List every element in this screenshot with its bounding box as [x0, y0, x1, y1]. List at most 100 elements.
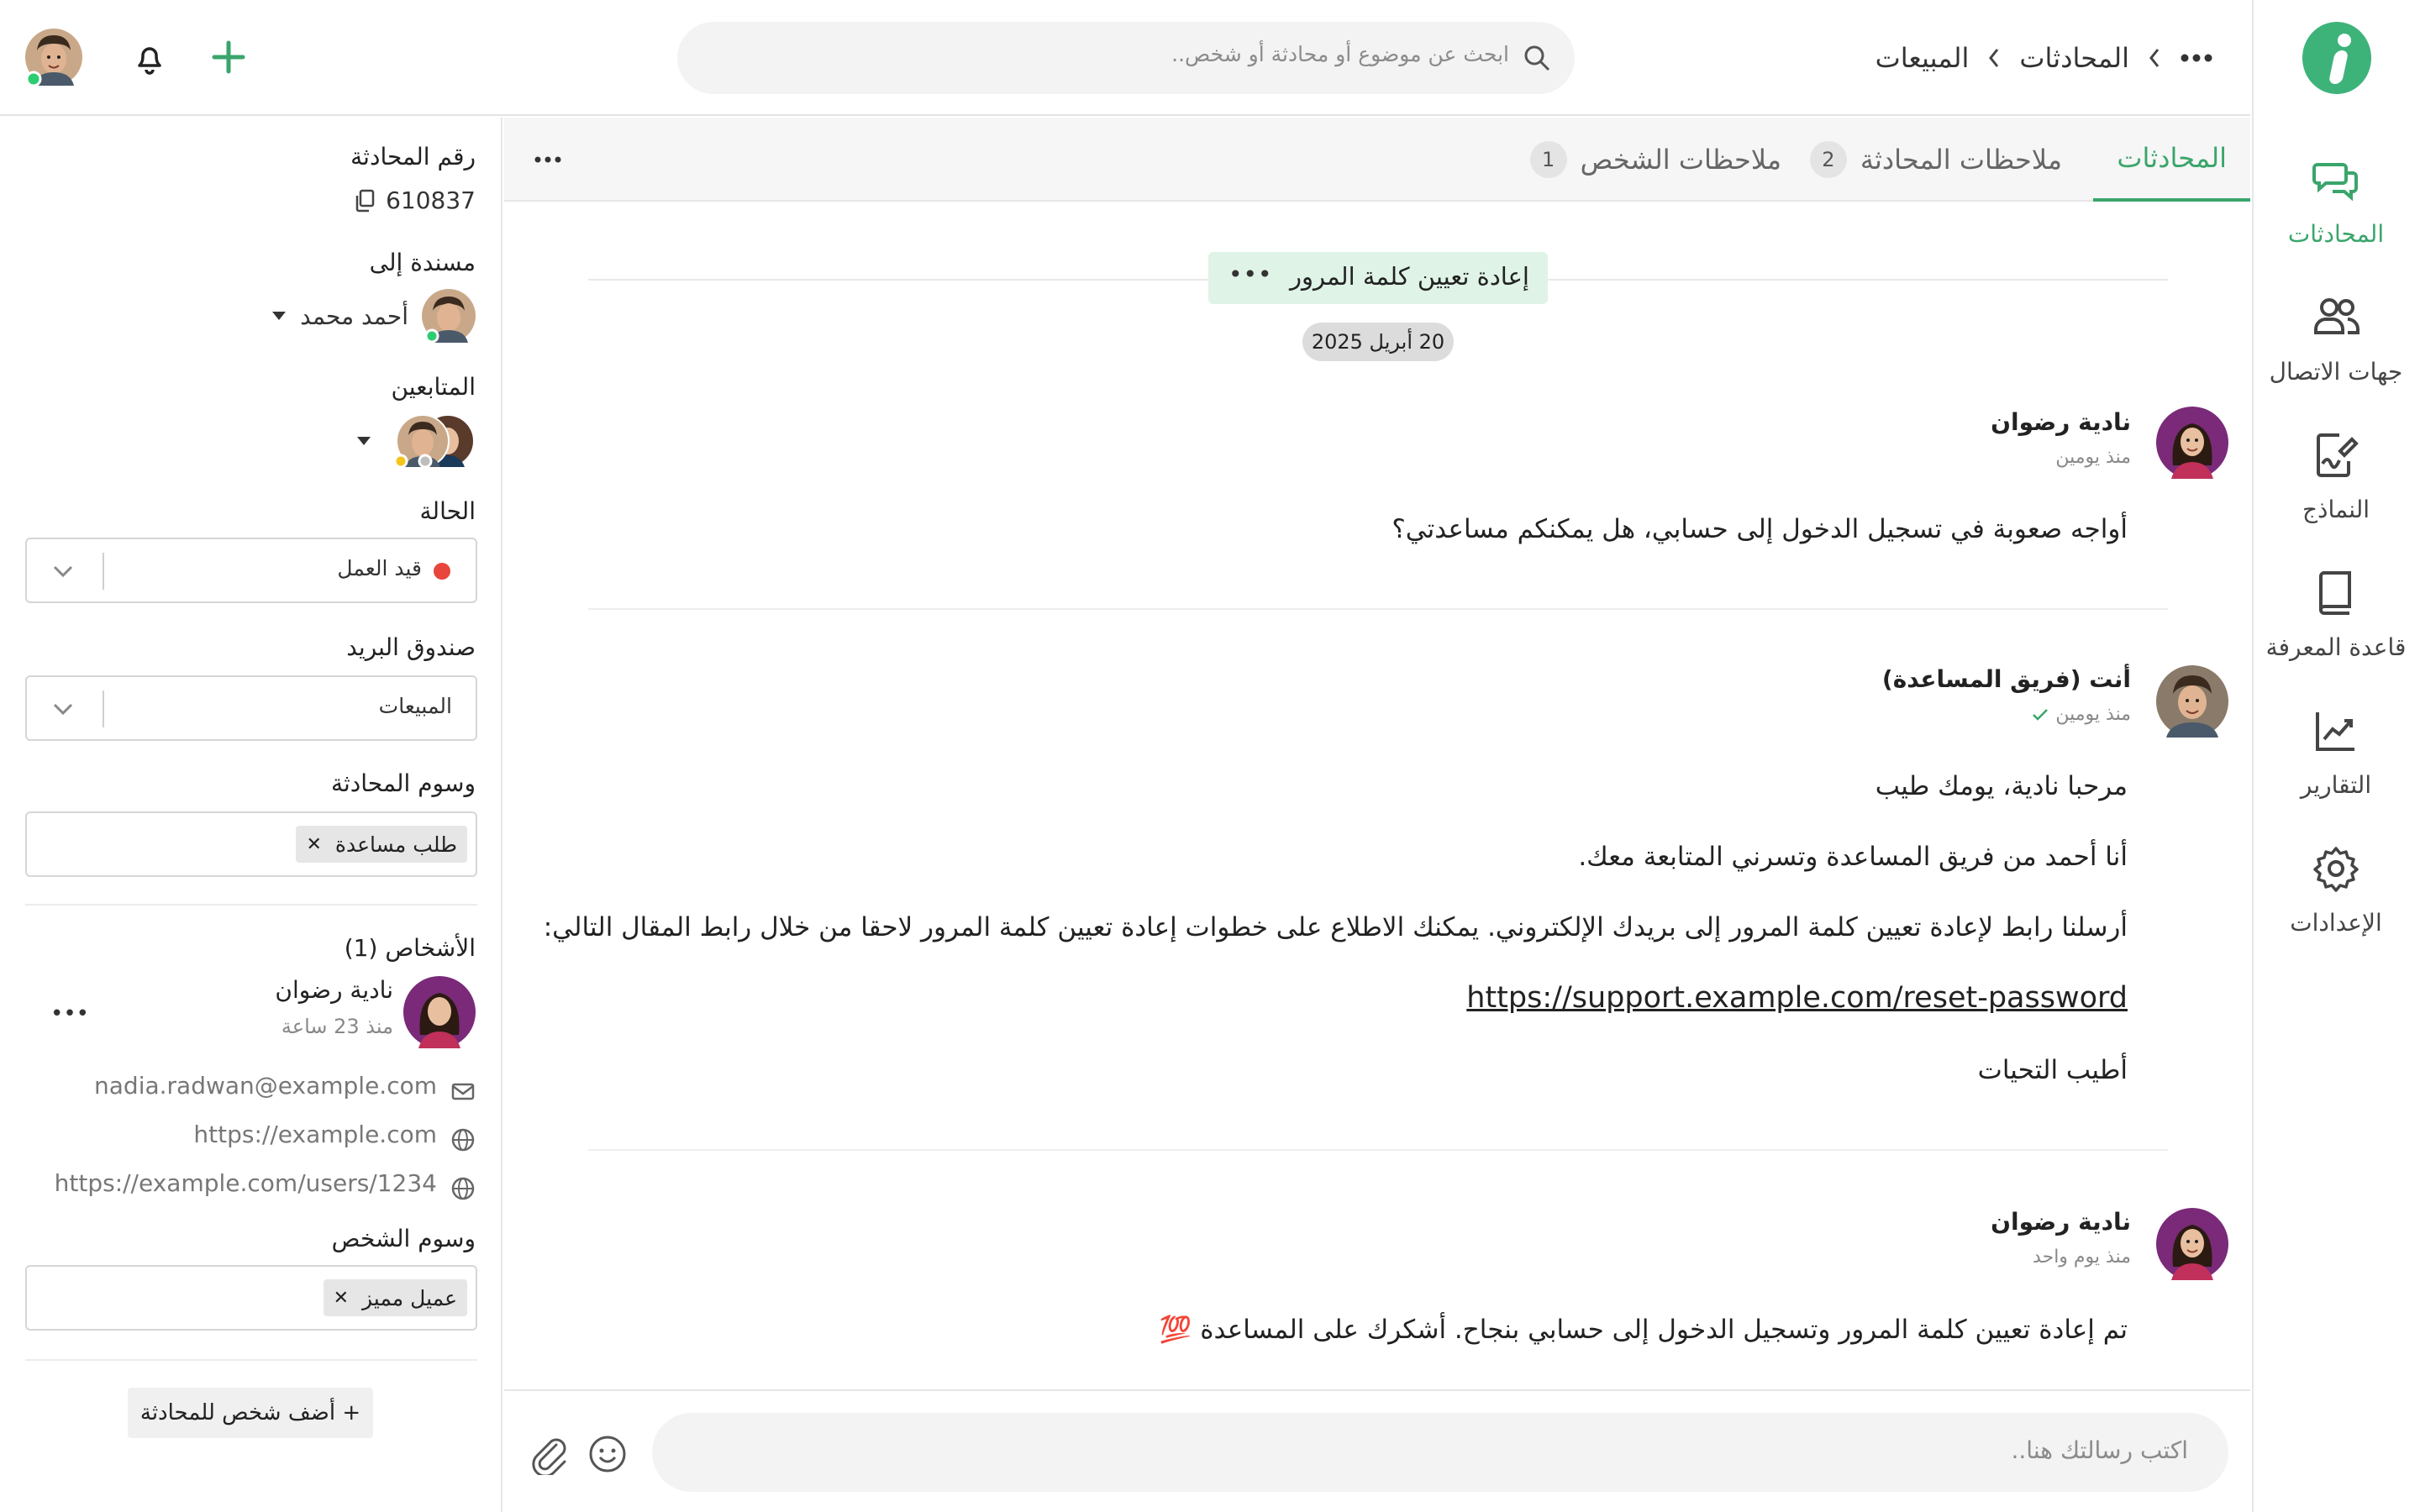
- nav-label: جهات الاتصال: [2269, 358, 2403, 386]
- message-time: منذ يومين: [2055, 704, 2131, 725]
- section-divider: [25, 1359, 477, 1361]
- tab-label: المحادثات: [2117, 142, 2227, 174]
- search-icon: [1524, 45, 1550, 71]
- nav-item-knowledge-base[interactable]: قاعدة المعرفة: [2252, 568, 2420, 677]
- status-dot: [434, 563, 450, 580]
- conversation-tags-field[interactable]: طلب مساعدة ✕: [25, 811, 477, 877]
- message-text: تم إعادة تعيين كلمة المرور وتسجيل الدخول…: [1159, 1315, 2128, 1345]
- remove-tag-icon[interactable]: ✕: [306, 834, 321, 855]
- inbox-select[interactable]: المبيعات: [25, 675, 477, 741]
- bell-icon[interactable]: [133, 39, 166, 76]
- avatar: [2156, 407, 2228, 479]
- check-icon: [2033, 708, 2049, 721]
- search-placeholder: ابحث عن موضوع أو محادثة أو شخص..: [1171, 42, 1509, 66]
- nav-item-conversations[interactable]: المحادثات: [2252, 155, 2420, 264]
- nav-label: الإعدادات: [2290, 909, 2382, 937]
- mail-icon: [451, 1083, 475, 1100]
- followers-selector[interactable]: [356, 413, 476, 469]
- app-logo[interactable]: [2302, 22, 2371, 94]
- select-separator: [103, 690, 104, 727]
- nav-item-settings[interactable]: الإعدادات: [2252, 843, 2420, 953]
- section-divider: [25, 904, 477, 906]
- status-select[interactable]: قيد العمل: [25, 538, 477, 603]
- subject-text: إعادة تعيين كلمة المرور: [1290, 262, 1529, 291]
- avatar[interactable]: [25, 29, 82, 86]
- conversation-tags-label: وسوم المحادثة: [330, 769, 476, 797]
- message-text: أواجه صعوبة في تسجيل الدخول إلى حسابي، ه…: [1392, 514, 2128, 544]
- person-since: منذ 23 ساعة: [281, 1015, 393, 1038]
- chat-bubbles-icon: [2312, 163, 2358, 202]
- message-composer: اكتب رسالتك هنا..: [504, 1389, 2250, 1512]
- message-time: منذ يوم واحد: [2033, 1247, 2131, 1268]
- avatar: [2156, 665, 2228, 738]
- conversation-number-label: رقم المحادثة: [350, 143, 476, 171]
- tag-chip: طلب مساعدة ✕: [296, 826, 467, 863]
- breadcrumb-conversations[interactable]: المحادثات: [2019, 42, 2129, 74]
- tab-label: ملاحظات المحادثة: [1860, 144, 2062, 176]
- remove-tag-icon[interactable]: ✕: [334, 1288, 349, 1309]
- chart-icon: [2316, 712, 2354, 751]
- message-author: أنت (فريق المساعدة): [1881, 665, 2131, 693]
- person-name[interactable]: نادية رضوان: [275, 976, 393, 1004]
- more-options-icon[interactable]: [2180, 52, 2213, 64]
- person-tags-label: وسوم الشخص: [331, 1225, 476, 1252]
- person-email[interactable]: nadia.radwan@example.com: [94, 1072, 437, 1100]
- more-options-icon[interactable]: [529, 143, 566, 176]
- message-author: نادية رضوان: [1991, 408, 2131, 436]
- notes-count-badge: 2: [1809, 141, 1847, 178]
- nav-item-reports[interactable]: التقارير: [2252, 706, 2420, 815]
- conversation-subject[interactable]: إعادة تعيين كلمة المرور •••: [1208, 252, 1548, 304]
- message-text: أرسلنا رابط لإعادة تعيين كلمة المرور إلى…: [543, 912, 2128, 942]
- select-separator: [103, 553, 104, 590]
- message-text: أطيب التحيات: [1977, 1055, 2128, 1085]
- tag-label: طلب مساعدة: [334, 832, 457, 857]
- nav-rail: المحادثات جهات الاتصال النماذج قاعدة الم…: [2252, 0, 2420, 1512]
- caret-down-icon: [357, 437, 371, 445]
- forms-icon: [2317, 433, 2359, 477]
- globe-icon: [451, 1177, 475, 1200]
- nav-label: النماذج: [2302, 496, 2370, 523]
- breadcrumb: المحادثات المبيعات: [1876, 37, 2213, 79]
- tag-chip: عميل مميز ✕: [323, 1279, 467, 1316]
- person-website[interactable]: https://example.com: [193, 1121, 437, 1148]
- breadcrumb-sales[interactable]: المبيعات: [1876, 42, 1970, 74]
- avatar: [2156, 1208, 2228, 1280]
- assignee-selector[interactable]: أحمد محمد: [271, 289, 476, 343]
- chevron-left-icon: [1989, 49, 1999, 67]
- message-time: منذ يومين: [2055, 447, 2131, 468]
- person-profile-url[interactable]: https://example.com/users/1234: [55, 1169, 437, 1197]
- message-input[interactable]: اكتب رسالتك هنا..: [652, 1413, 2228, 1492]
- subject-more-icon[interactable]: •••: [1228, 260, 1273, 288]
- person-more-icon[interactable]: •••: [50, 1001, 89, 1026]
- person-tags-field[interactable]: عميل مميز ✕: [25, 1265, 477, 1331]
- globe-icon: [451, 1128, 475, 1152]
- add-person-button[interactable]: + أضف شخص للمحادثة: [128, 1388, 373, 1438]
- search-input[interactable]: ابحث عن موضوع أو محادثة أو شخص..: [677, 22, 1575, 94]
- tab-conversations[interactable]: المحادثات: [2093, 118, 2250, 202]
- tag-label: عميل مميز: [362, 1285, 457, 1310]
- followers-label: المتابعين: [391, 373, 476, 401]
- nav-label: قاعدة المعرفة: [2265, 633, 2407, 661]
- contacts-icon: [2314, 298, 2360, 334]
- copy-icon[interactable]: [354, 189, 376, 213]
- nav-label: المحادثات: [2287, 220, 2385, 248]
- conversation-details-panel: رقم المحادثة 610837 مسندة إلى أحمد محمد …: [0, 118, 502, 1512]
- nav-label: التقارير: [2300, 771, 2372, 799]
- message-link[interactable]: https://support.example.com/reset-passwo…: [1466, 981, 2128, 1015]
- paperclip-icon[interactable]: [529, 1433, 568, 1475]
- tab-conversation-notes[interactable]: ملاحظات المحادثة 2: [1786, 118, 2086, 202]
- inbox-label: صندوق البريد: [346, 633, 476, 661]
- nav-item-forms[interactable]: النماذج: [2252, 430, 2420, 539]
- chevron-down-icon: [53, 565, 73, 578]
- message-text: مرحبا نادية، يومك طيب: [1875, 771, 2128, 801]
- emoji-icon[interactable]: [588, 1435, 627, 1473]
- conversation-number: 610837: [386, 186, 476, 214]
- status-label: الحالة: [419, 497, 476, 525]
- tab-person-notes[interactable]: ملاحظات الشخص 1: [1507, 118, 1805, 202]
- avatar[interactable]: [403, 976, 476, 1048]
- plus-icon[interactable]: [212, 40, 245, 74]
- message-divider: [588, 1149, 2168, 1151]
- nav-item-contacts[interactable]: جهات الاتصال: [2252, 292, 2420, 402]
- conversation-tabs: المحادثات ملاحظات المحادثة 2 ملاحظات الش…: [504, 118, 2250, 202]
- conversation-thread: إعادة تعيين كلمة المرور ••• 20 أبريل 202…: [504, 203, 2250, 1389]
